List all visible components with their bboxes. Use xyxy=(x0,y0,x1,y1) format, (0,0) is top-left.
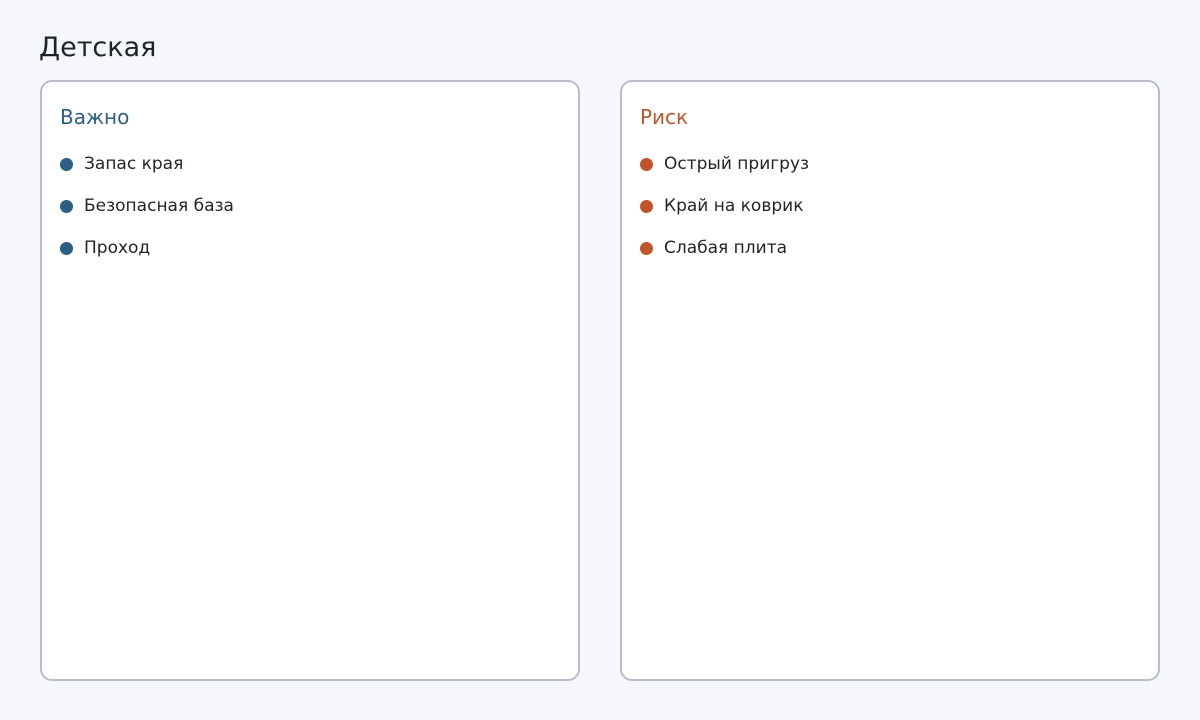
important-panel: Важно Запас края Безопасная база Проход xyxy=(40,80,580,681)
item-label: Безопасная база xyxy=(84,196,234,216)
dot-bullet-icon xyxy=(60,157,73,171)
item-label: Слабая плита xyxy=(664,238,788,258)
item-label: Проход xyxy=(84,238,151,258)
list-item: Слабая плита xyxy=(640,236,1140,260)
dot-bullet-icon xyxy=(640,241,653,255)
risk-list: Острый пригруз Край на коврик Слабая пли… xyxy=(640,152,1140,278)
dot-bullet-icon xyxy=(60,241,73,255)
list-item: Край на коврик xyxy=(640,194,1140,218)
panels-container: Важно Запас края Безопасная база Проход … xyxy=(40,80,1160,681)
dot-bullet-icon xyxy=(640,157,653,171)
list-item: Безопасная база xyxy=(60,194,560,218)
dot-bullet-icon xyxy=(60,199,73,213)
list-item: Запас края xyxy=(60,152,560,176)
list-item: Проход xyxy=(60,236,560,260)
panel-title-risk: Риск xyxy=(640,105,689,129)
dot-bullet-icon xyxy=(640,199,653,213)
risk-panel: Риск Острый пригруз Край на коврик Слаба… xyxy=(620,80,1160,681)
item-label: Край на коврик xyxy=(664,196,804,216)
page-title: Детская xyxy=(39,32,157,63)
item-label: Запас края xyxy=(84,154,184,174)
important-list: Запас края Безопасная база Проход xyxy=(60,152,560,278)
item-label: Острый пригруз xyxy=(664,154,810,174)
list-item: Острый пригруз xyxy=(640,152,1140,176)
panel-title-important: Важно xyxy=(60,105,130,129)
